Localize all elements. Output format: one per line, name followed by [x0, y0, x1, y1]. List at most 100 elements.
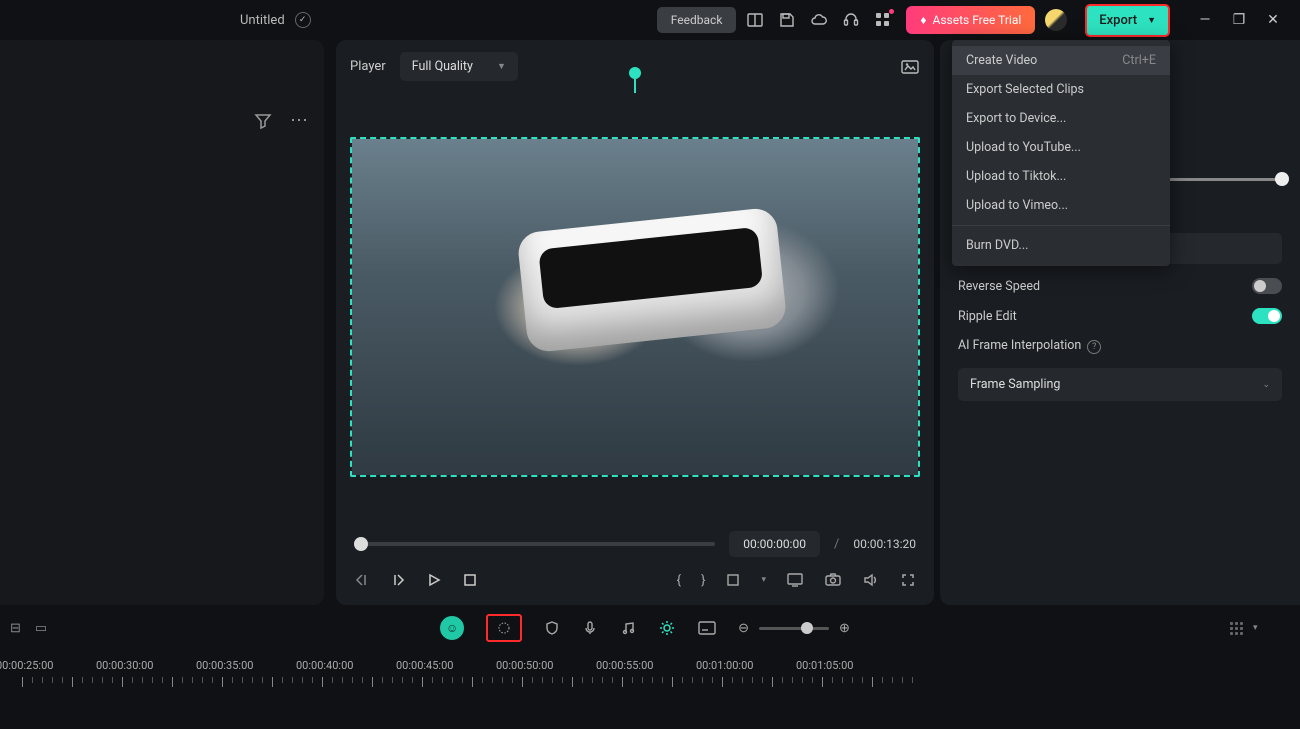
volume-icon[interactable] — [862, 571, 880, 589]
play-button[interactable] — [426, 572, 442, 588]
export-menu-item[interactable]: Export Selected Clips — [952, 75, 1170, 104]
assets-trial-button[interactable]: ♦ Assets Free Trial — [906, 6, 1035, 34]
color-adjust-icon[interactable] — [658, 619, 676, 637]
next-frame-button[interactable] — [390, 572, 406, 588]
maximize-button[interactable]: ❐ — [1232, 12, 1246, 28]
media-panel: ⋯ — [0, 40, 324, 605]
sync-status-icon[interactable]: ✓ — [295, 12, 311, 28]
reverse-speed-toggle[interactable] — [1252, 278, 1282, 294]
grid-view-icon[interactable] — [1230, 622, 1243, 635]
minimize-button[interactable]: — — [1198, 12, 1212, 28]
mark-out-icon[interactable]: } — [701, 573, 705, 588]
video-frame — [352, 139, 918, 475]
zoom-thumb[interactable] — [801, 622, 813, 634]
layout-icon[interactable] — [746, 11, 764, 29]
music-icon[interactable] — [620, 620, 636, 636]
camera-icon[interactable] — [824, 571, 842, 589]
preview-viewport[interactable] — [336, 93, 934, 521]
window-controls: — ❐ ✕ — [1198, 12, 1280, 28]
apps-icon[interactable] — [874, 11, 892, 29]
mark-in-icon[interactable]: { — [677, 573, 681, 588]
timeline-ruler[interactable]: 00:00:25:00 00:00:30:00 00:00:35:00 00:00:4… — [0, 651, 1300, 711]
ai-assistant-icon[interactable]: ☺ — [440, 616, 464, 640]
display-icon[interactable] — [786, 571, 804, 589]
quality-select[interactable]: Full Quality ▼ — [400, 52, 518, 81]
save-icon[interactable] — [778, 11, 796, 29]
support-icon[interactable] — [842, 11, 860, 29]
ruler-tick: 00:00:45:00 — [422, 659, 479, 672]
player-controls: 00:00:00:00 / 00:00:13:20 { } ▾ — [336, 521, 934, 605]
speed-thumb[interactable] — [1275, 172, 1289, 186]
seek-bar[interactable] — [354, 542, 715, 546]
ripple-edit-toggle[interactable] — [1252, 308, 1282, 324]
interpolation-value: Frame Sampling — [970, 377, 1060, 392]
shield-icon[interactable] — [544, 620, 560, 636]
total-timecode: 00:00:13:20 — [853, 537, 916, 551]
highlight-tool-icon[interactable] — [486, 614, 522, 642]
fullscreen-icon[interactable] — [900, 572, 916, 588]
ruler-tick: 00:00:35:00 — [222, 659, 279, 672]
export-label: Export — [1099, 13, 1137, 28]
interpolation-select[interactable]: Frame Sampling ⌄ — [958, 368, 1282, 401]
export-menu-item[interactable]: Upload to Vimeo... — [952, 191, 1170, 220]
assets-trial-label: Assets Free Trial — [933, 13, 1022, 27]
timeline-toolbar: ⊟ ▭ ☺ ⊖ ⊕ ▾ — [0, 605, 1300, 651]
titlebar: Untitled ✓ Feedback ♦ Assets Free Trial … — [0, 0, 1300, 40]
feedback-button[interactable]: Feedback — [657, 7, 737, 33]
left-column: ⋯ — [0, 40, 330, 605]
zoom-slider[interactable] — [759, 627, 829, 630]
seek-row: 00:00:00:00 / 00:00:13:20 — [354, 531, 916, 557]
crop-icon[interactable] — [725, 572, 741, 588]
zoom-control: ⊖ ⊕ — [738, 621, 850, 636]
ripple-edit-label: Ripple Edit — [958, 309, 1017, 324]
quality-value: Full Quality — [412, 59, 473, 74]
ruler-tick: 00:00:50:00 — [522, 659, 579, 672]
chevron-down-icon: ▼ — [497, 61, 506, 72]
marker-icon[interactable]: ▭ — [35, 621, 47, 636]
project-title: Untitled — [240, 13, 285, 28]
export-menu-item[interactable]: Upload to Tiktok... — [952, 162, 1170, 191]
export-menu-item[interactable]: Upload to YouTube... — [952, 133, 1170, 162]
cloud-icon[interactable] — [810, 11, 828, 29]
chevron-down-icon: ⌄ — [1262, 380, 1270, 390]
ruler-tick: 00:01:00:00 — [722, 659, 779, 672]
filter-icon[interactable] — [254, 112, 272, 130]
selection-frame[interactable] — [350, 137, 920, 477]
ruler-tick: 00:00:30:00 — [122, 659, 179, 672]
chevron-down-icon[interactable]: ▾ — [1253, 623, 1258, 633]
ruler-tick: 00:01:05:00 — [822, 659, 879, 672]
zoom-out-icon[interactable]: ⊖ — [738, 621, 749, 636]
export-menu-item[interactable]: Export to Device... — [952, 104, 1170, 133]
export-menu: Create VideoCtrl+EExport Selected ClipsE… — [952, 40, 1170, 266]
ruler-tick: 00:00:55:00 — [622, 659, 679, 672]
caption-icon[interactable] — [698, 621, 716, 635]
rotation-handle[interactable] — [629, 67, 641, 79]
seek-thumb[interactable] — [354, 537, 368, 551]
zoom-in-icon[interactable]: ⊕ — [839, 621, 850, 636]
titlebar-icons — [746, 11, 892, 29]
gem-icon: ♦ — [920, 13, 926, 27]
current-timecode: 00:00:00:00 — [729, 531, 820, 557]
snapshot-icon[interactable] — [900, 57, 920, 77]
prev-frame-button[interactable] — [354, 572, 370, 588]
mic-icon[interactable] — [582, 620, 598, 636]
export-menu-item[interactable]: Burn DVD... — [952, 231, 1170, 260]
player-panel: Player Full Quality ▼ 00:00:00:00 / 00:0… — [336, 40, 934, 605]
chevron-down-icon: ▼ — [1147, 15, 1156, 26]
ai-interpolation-label: AI Frame Interpolation? — [958, 338, 1282, 354]
chevron-down-icon[interactable]: ▾ — [761, 575, 766, 585]
ruler-tick: 00:00:25:00 — [22, 659, 79, 672]
ruler-tick: 00:00:40:00 — [322, 659, 379, 672]
stop-button[interactable] — [462, 572, 478, 588]
project-title-wrap: Untitled ✓ — [240, 12, 311, 28]
export-button[interactable]: Export ▼ — [1085, 4, 1170, 37]
timecode-separator: / — [834, 537, 839, 552]
theme-toggle-icon[interactable] — [1045, 9, 1067, 31]
help-icon[interactable]: ? — [1087, 340, 1101, 354]
export-menu-item[interactable]: Create VideoCtrl+E — [952, 46, 1170, 75]
close-button[interactable]: ✕ — [1266, 12, 1280, 28]
reverse-speed-label: Reverse Speed — [958, 279, 1040, 294]
more-icon[interactable]: ⋯ — [290, 110, 310, 131]
player-label: Player — [350, 59, 386, 74]
undo-icon[interactable]: ⊟ — [10, 621, 21, 636]
